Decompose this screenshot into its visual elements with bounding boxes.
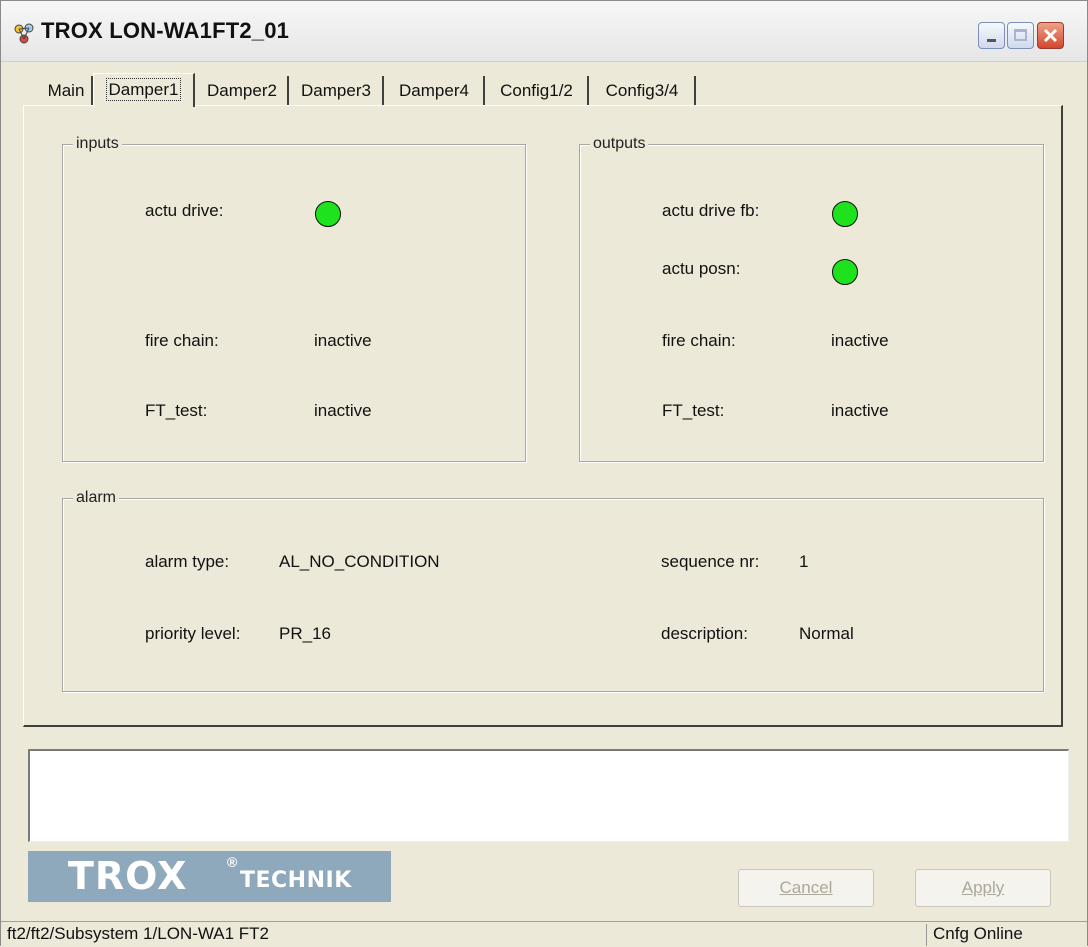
- sequence-nr-value: 1: [799, 552, 809, 571]
- alarm-type-value: AL_NO_CONDITION: [279, 552, 440, 571]
- tab-damper2[interactable]: Damper2: [197, 76, 289, 105]
- title-bar[interactable]: TROX LON-WA1FT2_01: [1, 1, 1087, 62]
- outputs-legend: outputs: [590, 135, 649, 153]
- apply-button[interactable]: Apply: [915, 869, 1051, 907]
- tab-label: Main: [47, 81, 85, 100]
- tab-config12[interactable]: Config1/2: [486, 76, 589, 105]
- network-nodes-icon: [14, 23, 34, 44]
- tab-config34[interactable]: Config3/4: [590, 76, 696, 105]
- fire-chain-value: inactive: [831, 331, 889, 350]
- close-button[interactable]: [1037, 22, 1064, 49]
- status-divider: [926, 924, 927, 946]
- tab-label: Damper3: [301, 81, 371, 100]
- sequence-nr-label: sequence nr:: [661, 552, 760, 571]
- ft-test-value: inactive: [831, 401, 889, 420]
- app-window: TROX LON-WA1FT2_01 Main Damper1 Damper2 …: [0, 0, 1088, 947]
- ft-test-label: FT_test:: [145, 401, 208, 420]
- actu-drive-fb-label: actu drive fb:: [662, 201, 760, 220]
- apply-label: Apply: [961, 878, 1005, 897]
- tab-damper1[interactable]: Damper1: [93, 73, 195, 107]
- minimize-icon: [987, 39, 996, 42]
- actu-posn-indicator: [832, 259, 858, 285]
- fire-chain-label: fire chain:: [145, 331, 219, 350]
- tab-label: Damper4: [399, 81, 469, 100]
- actu-drive-indicator: [315, 201, 341, 227]
- tab-damper4[interactable]: Damper4: [385, 76, 485, 105]
- minimize-button[interactable]: [978, 22, 1005, 49]
- description-value: Normal: [799, 624, 854, 643]
- alarm-type-label: alarm type:: [145, 552, 230, 571]
- fire-chain-label: fire chain:: [662, 331, 736, 350]
- actu-drive-fb-indicator: [832, 201, 858, 227]
- actu-drive-label: actu drive:: [145, 201, 224, 220]
- tab-main[interactable]: Main: [41, 76, 93, 105]
- close-icon: [1043, 28, 1058, 43]
- maximize-button[interactable]: [1007, 22, 1034, 49]
- alarm-group: alarm alarm type: AL_NO_CONDITION priori…: [62, 489, 1044, 692]
- logo-main-text: TROX: [68, 854, 188, 898]
- trox-technik-logo: TROX ® TECHNIK: [28, 851, 391, 902]
- tab-label: Damper1: [105, 78, 182, 101]
- status-mode: Cnfg Online: [933, 924, 1023, 943]
- priority-level-label: priority level:: [145, 624, 241, 643]
- inputs-legend: inputs: [73, 135, 122, 153]
- alarm-legend: alarm: [73, 489, 120, 507]
- cancel-label: Cancel: [779, 878, 833, 897]
- status-path: ft2/ft2/Subsystem 1/LON-WA1 FT2: [7, 924, 270, 943]
- tab-damper3[interactable]: Damper3: [290, 76, 384, 105]
- priority-level-value: PR_16: [279, 624, 331, 643]
- tab-label: Config1/2: [500, 81, 573, 100]
- ft-test-value: inactive: [314, 401, 372, 420]
- description-label: description:: [661, 624, 748, 643]
- cancel-button[interactable]: Cancel: [738, 869, 874, 907]
- message-area[interactable]: [28, 749, 1069, 842]
- tab-label: Config3/4: [605, 81, 679, 100]
- window-title: TROX LON-WA1FT2_01: [41, 18, 290, 43]
- ft-test-label: FT_test:: [662, 401, 725, 420]
- logo-sub-text: TECHNIK: [240, 868, 352, 893]
- tab-panel: inputs actu drive: fire chain: inactive …: [23, 105, 1063, 727]
- actu-posn-label: actu posn:: [662, 259, 741, 278]
- inputs-group: inputs actu drive: fire chain: inactive …: [62, 135, 526, 462]
- logo-registered-mark: ®: [227, 854, 238, 870]
- fire-chain-value: inactive: [314, 331, 372, 350]
- tab-label: Damper2: [207, 81, 277, 100]
- maximize-icon: [1014, 29, 1027, 41]
- status-bar: ft2/ft2/Subsystem 1/LON-WA1 FT2 Cnfg Onl…: [1, 921, 1087, 947]
- outputs-group: outputs actu drive fb: actu posn: fire c…: [579, 135, 1044, 462]
